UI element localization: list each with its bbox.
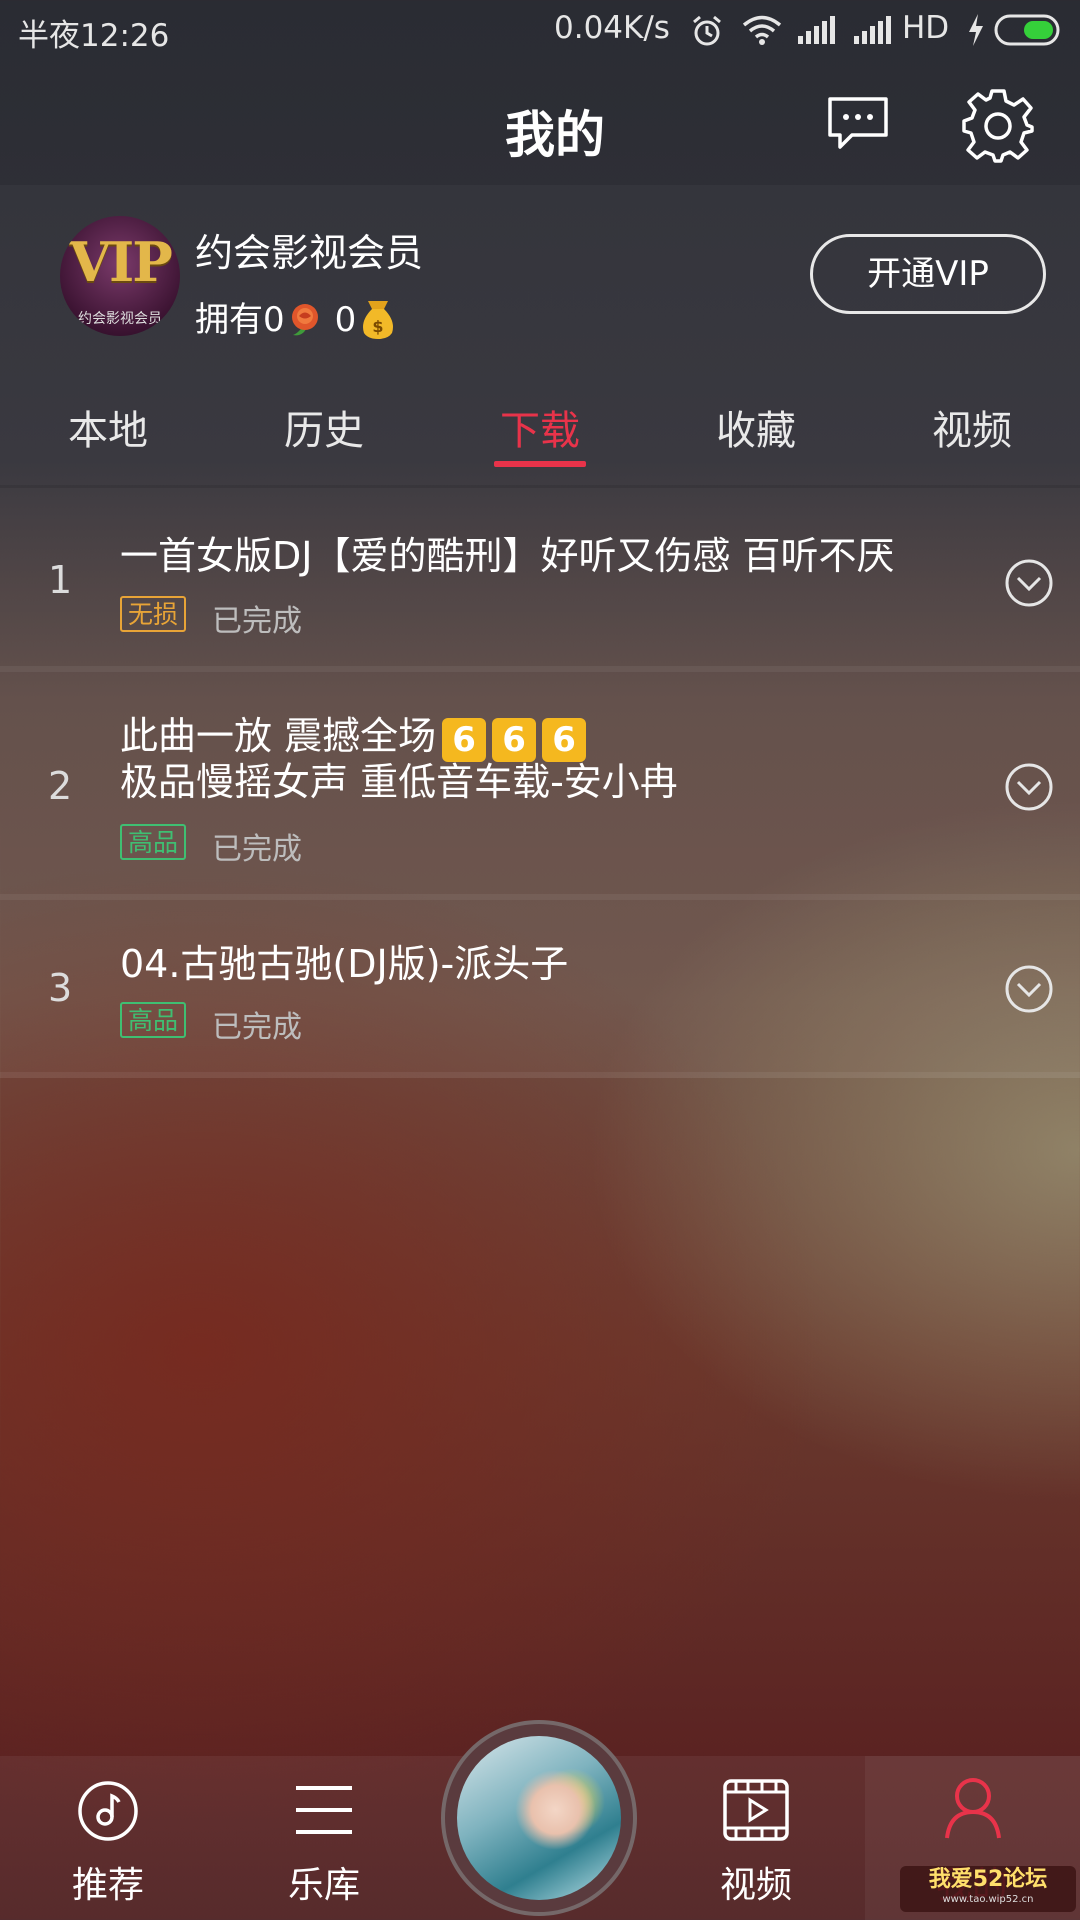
money-bag-icon: $: [363, 301, 394, 339]
status-time: 半夜12:26: [18, 18, 170, 54]
emoji-six: 6: [542, 718, 587, 762]
chevron-down-icon[interactable]: [1004, 964, 1054, 1014]
music-note-icon[interactable]: [77, 1780, 139, 1842]
tab-download[interactable]: 下载: [460, 398, 620, 456]
chevron-down-icon[interactable]: [1004, 558, 1054, 608]
item-title-line1: 此曲一放 震撼全场 6 6 6: [120, 712, 587, 762]
emoji-six: 6: [442, 718, 487, 762]
item-index: 2: [48, 764, 73, 808]
member-assets: 拥有0 0 $: [195, 292, 396, 341]
nav-library[interactable]: 乐库: [244, 1856, 404, 1908]
member-name: 约会影视会员: [195, 231, 424, 275]
download-item-1[interactable]: [0, 488, 1080, 672]
charging-icon: [969, 14, 983, 46]
item-status: 已完成: [212, 604, 302, 639]
watermark-text: 我爱52论坛: [928, 1867, 1048, 1892]
message-icon[interactable]: [826, 95, 890, 153]
item-title: 一首女版DJ【爱的酷刑】好听又伤感 百听不厌: [120, 534, 895, 578]
quality-badge: 高品: [120, 1002, 187, 1038]
download-item-3[interactable]: [0, 900, 1080, 1078]
battery-icon: [994, 14, 1060, 46]
status-bar: 半夜12:26 0.04K/s HD: [0, 0, 1080, 62]
now-playing-disc[interactable]: [441, 1720, 637, 1916]
watermark-url: www.tao.wip52.cn: [942, 1894, 1034, 1905]
page-title: 我的: [505, 106, 605, 164]
avatar-vip-text: VIP: [69, 230, 173, 294]
item-title-line2: 极品慢摇女声 重低音车载-安小冉: [120, 760, 678, 804]
tab-history[interactable]: 历史: [244, 398, 404, 456]
video-icon[interactable]: [722, 1778, 790, 1842]
open-vip-button[interactable]: 开通VIP: [810, 234, 1046, 314]
nav-recommend[interactable]: 推荐: [28, 1856, 188, 1908]
tab-favorites[interactable]: 收藏: [676, 398, 836, 456]
rose-icon: [291, 304, 318, 336]
signal-icon-2: [854, 16, 891, 44]
quality-badge: 无损: [120, 596, 187, 632]
wifi-icon: [742, 15, 782, 45]
flower-count: 0: [263, 300, 285, 340]
item-title-text: 此曲一放 震撼全场: [120, 714, 437, 758]
item-status: 已完成: [212, 1010, 302, 1045]
menu-icon[interactable]: [294, 1784, 354, 1836]
settings-gear-icon[interactable]: [960, 88, 1036, 164]
tab-local[interactable]: 本地: [28, 398, 188, 456]
avatar-subtext: 约会影视会员: [78, 311, 162, 327]
item-index: 1: [48, 558, 73, 602]
watermark-logo: 我爱52论坛 www.tao.wip52.cn: [900, 1866, 1076, 1912]
assets-prefix: 拥有: [195, 300, 263, 340]
svg-text:$: $: [373, 317, 384, 336]
alarm-icon: [693, 15, 721, 46]
active-tab-indicator: [494, 461, 586, 467]
item-status: 已完成: [212, 832, 302, 867]
status-network-speed: 0.04K/s: [554, 10, 670, 46]
avatar[interactable]: VIP 约会影视会员: [60, 216, 180, 336]
user-icon[interactable]: [944, 1776, 1002, 1840]
tab-video[interactable]: 视频: [892, 398, 1052, 456]
emoji-six: 6: [492, 718, 537, 762]
item-title: 04.古驰古驰(DJ版)-派头子: [120, 942, 569, 986]
status-network-type: HD: [902, 10, 950, 46]
item-index: 3: [48, 966, 73, 1010]
coin-count: 0: [334, 300, 357, 340]
album-cover: [457, 1736, 621, 1900]
quality-badge: 高品: [120, 824, 187, 860]
signal-icon: [798, 16, 835, 44]
nav-video[interactable]: 视频: [676, 1856, 836, 1908]
chevron-down-icon[interactable]: [1004, 762, 1054, 812]
